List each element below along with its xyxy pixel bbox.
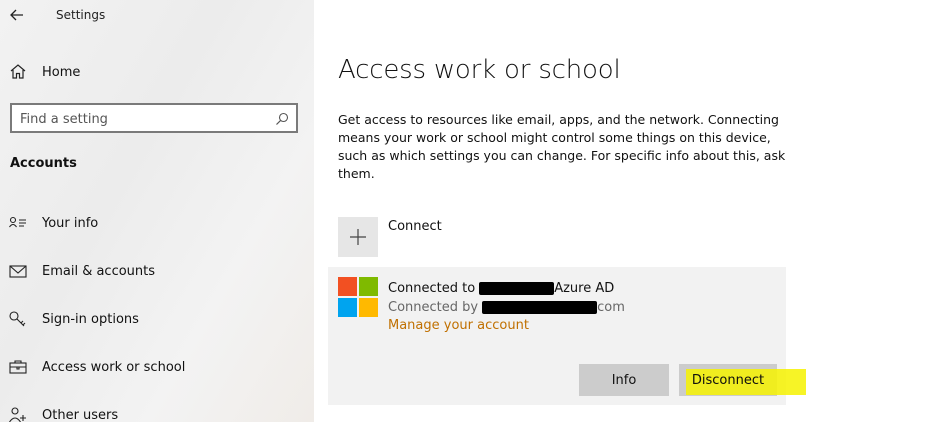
search-box[interactable] [10,103,298,133]
home-nav-item[interactable]: Home [8,60,298,84]
sidebar-item-other-users[interactable]: Other users [8,401,308,422]
section-title: Accounts [10,156,77,171]
redacted-org-name [479,281,555,295]
info-button[interactable]: Info [579,364,669,396]
page-description: Get access to resources like email, apps… [338,112,786,181]
main-content: Access work or school Get access to reso… [314,0,943,422]
connected-to-prefix: Connected to [388,280,476,296]
sidebar-item-sign-in-options[interactable]: Sign-in options [8,305,308,333]
person-add-icon [8,406,28,422]
sidebar-item-label: Your info [42,215,99,231]
sidebar: Settings Home Accounts Your info [0,0,314,422]
home-label: Home [42,64,81,80]
app-title: Settings [56,8,106,22]
connected-by-prefix: Connected by [388,299,479,315]
sidebar-item-label: Email & accounts [42,263,156,279]
title-bar: Settings [0,0,314,30]
redacted-user-email [482,300,598,314]
plus-icon [338,217,378,257]
home-icon [8,62,28,82]
connected-by-line: Connected by com [388,297,625,317]
briefcase-icon [8,358,28,376]
connected-to-line: Connected to Azure AD [388,279,625,297]
connected-to-suffix: Azure AD [554,280,615,296]
account-info: Connected to Azure AD Connected by com M… [388,279,625,334]
connect-label: Connect [388,219,442,234]
connect-button[interactable]: Connect [338,217,442,257]
sidebar-item-your-info[interactable]: Your info [8,209,308,237]
sidebar-item-label: Access work or school [42,359,186,375]
back-arrow-icon [10,9,23,21]
microsoft-logo-icon [338,277,378,317]
sidebar-item-email-accounts[interactable]: Email & accounts [8,257,308,285]
manage-account-link[interactable]: Manage your account [388,318,625,333]
key-icon [8,310,28,328]
search-icon[interactable] [274,111,290,127]
back-button[interactable] [6,4,28,26]
sidebar-item-label: Sign-in options [42,311,139,327]
disconnect-label-overlay: Disconnect [691,372,765,388]
page-title: Access work or school [338,55,621,85]
person-card-icon [8,214,28,232]
sidebar-item-label: Other users [42,407,119,422]
connected-by-suffix: com [597,299,625,315]
search-input[interactable] [20,109,270,129]
mail-icon [8,262,28,280]
sidebar-item-access-work-or-school[interactable]: Access work or school [8,353,308,381]
